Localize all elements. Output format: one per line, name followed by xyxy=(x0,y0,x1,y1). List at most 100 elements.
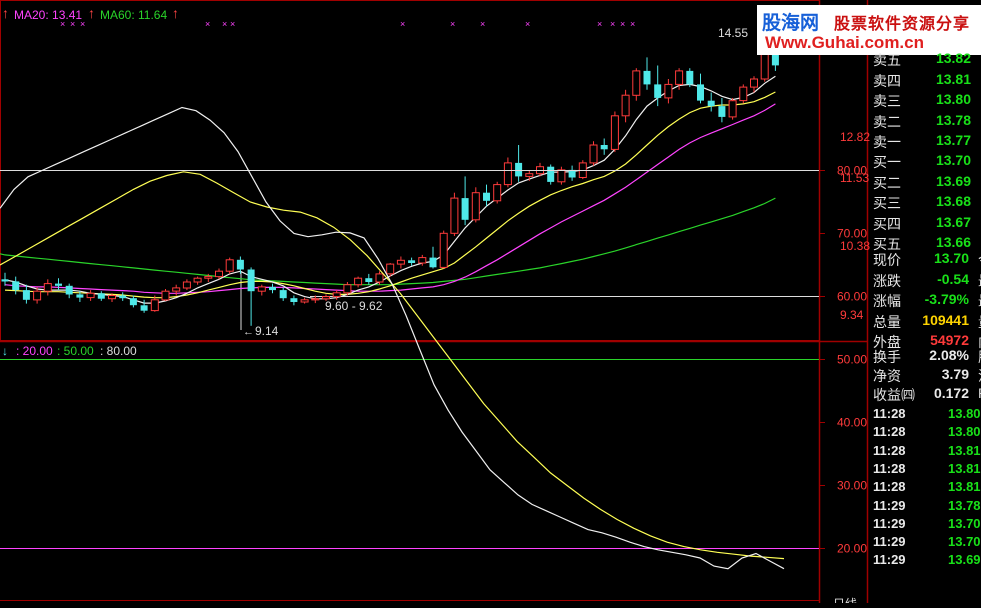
candle-body xyxy=(525,173,534,177)
tick-price: 13.70 xyxy=(948,534,981,550)
candle-body xyxy=(728,100,737,118)
candle-body xyxy=(161,290,170,301)
candle-body xyxy=(150,299,159,312)
signal-marker: × xyxy=(400,19,405,29)
buy-price: 13.67 xyxy=(935,213,971,230)
candle-body xyxy=(632,70,641,96)
tick-price: 13.70 xyxy=(948,515,981,531)
ma60-arrow-icon: ↑ xyxy=(88,5,95,21)
candle-body xyxy=(493,184,502,202)
sell-label: 卖一 xyxy=(873,135,901,151)
candle-body xyxy=(739,86,748,102)
candle-body xyxy=(396,259,405,265)
candle-body xyxy=(22,290,30,300)
ma60-legend: MA60: 11.64 xyxy=(100,8,167,22)
signal-marker: × xyxy=(230,19,235,29)
tick-row: 11:28 13.80 xyxy=(868,406,981,424)
buy-row: 买三 13.68 xyxy=(868,193,981,212)
candle-body xyxy=(675,70,684,85)
candle-body xyxy=(547,166,555,182)
sell-label: 卖五 xyxy=(873,53,901,69)
tick-row: 11:28 13.81 xyxy=(868,443,981,461)
indicator-tick-label: 60.00 xyxy=(837,290,867,304)
candle-body xyxy=(236,259,244,270)
candle-body xyxy=(418,257,427,264)
candle-body xyxy=(718,106,726,117)
indicator-lines xyxy=(0,106,785,570)
indicator-tick-label: 80.00 xyxy=(837,164,867,178)
candle-body xyxy=(568,169,576,178)
candle-body xyxy=(204,276,213,279)
candle-body xyxy=(43,283,52,292)
candle-body xyxy=(365,278,373,282)
candle-body xyxy=(257,286,266,292)
ma20-arrow-icon: ↑ xyxy=(2,5,9,21)
candle-body xyxy=(600,145,608,150)
stat-row: 换手2.08%股 xyxy=(868,347,981,366)
price-axis-label: 9.34 xyxy=(840,308,864,322)
sell-row: 卖三 13.80 xyxy=(868,91,981,110)
candle-body xyxy=(332,292,341,298)
price-axis-label: 12.82 xyxy=(840,130,870,144)
candle-body xyxy=(86,292,95,299)
buy-label: 买三 xyxy=(873,196,901,212)
sell-label: 卖二 xyxy=(873,114,901,131)
candle-body xyxy=(322,296,330,300)
candle-body xyxy=(343,284,352,294)
candle-body xyxy=(643,70,651,85)
candle-body xyxy=(129,298,137,306)
candlesticks xyxy=(1,41,779,326)
tick-row: 11:29 13.70 xyxy=(868,516,981,534)
candle-body xyxy=(610,115,619,150)
candle-body xyxy=(450,197,459,234)
candle-body xyxy=(354,277,363,286)
tick-time: 11:29 xyxy=(873,497,906,513)
stat-value: 0.172 xyxy=(933,385,969,401)
signal-marker: × xyxy=(597,19,602,29)
buy-price: 13.66 xyxy=(935,234,971,250)
stat-row: 涨跌-0.54最 xyxy=(868,270,981,290)
candle-body xyxy=(65,285,73,295)
stat-label: 收益㈣ xyxy=(873,388,915,404)
stat-value: 2.08% xyxy=(929,347,969,363)
signal-marker: × xyxy=(480,19,485,29)
candle-body xyxy=(290,298,298,302)
stat-row: 总量109441量 xyxy=(868,312,981,331)
tick-row: 11:28 13.80 xyxy=(868,424,981,442)
signal-marker: × xyxy=(205,19,210,29)
indicator-fast-line xyxy=(0,106,785,570)
date-axis-cut: 日线 xyxy=(833,597,857,603)
tick-price: 13.80 xyxy=(948,424,981,440)
buy-price: 13.68 xyxy=(935,193,971,209)
stat-label: 涨幅 xyxy=(873,294,901,310)
tick-time: 11:29 xyxy=(873,552,906,568)
tick-row: 11:28 13.81 xyxy=(868,461,981,479)
candle-body xyxy=(429,257,437,268)
candle-body xyxy=(182,281,191,289)
buy-price: 13.70 xyxy=(935,152,971,168)
tick-price: 13.78 xyxy=(948,497,981,513)
tick-time: 11:28 xyxy=(873,424,906,440)
signal-marker: × xyxy=(450,19,455,29)
sell-row: 卖四 13.81 xyxy=(868,71,981,90)
candle-body xyxy=(97,293,105,299)
candle-body xyxy=(707,100,715,107)
price-label-high: 14.55 xyxy=(718,26,748,40)
stat-label: 净资 xyxy=(873,369,901,385)
candle-body xyxy=(589,144,598,164)
tick-time: 11:28 xyxy=(873,460,906,476)
logo-name: 股海网 xyxy=(762,13,820,34)
candle-body xyxy=(311,298,320,301)
signal-marker: × xyxy=(620,19,625,29)
tick-price: 13.81 xyxy=(948,460,981,476)
low-annotation: 9.14 xyxy=(255,324,279,338)
price-axis-label: 10.38 xyxy=(840,239,870,253)
stat-value: -0.54 xyxy=(937,270,969,287)
candle-body xyxy=(193,277,202,283)
signal-marker: × xyxy=(525,19,530,29)
stat-label: 涨跌 xyxy=(873,273,901,290)
candle-body xyxy=(664,83,673,99)
tick-time: 11:28 xyxy=(873,442,906,458)
candle-body xyxy=(300,299,309,303)
candle-body xyxy=(279,290,287,299)
